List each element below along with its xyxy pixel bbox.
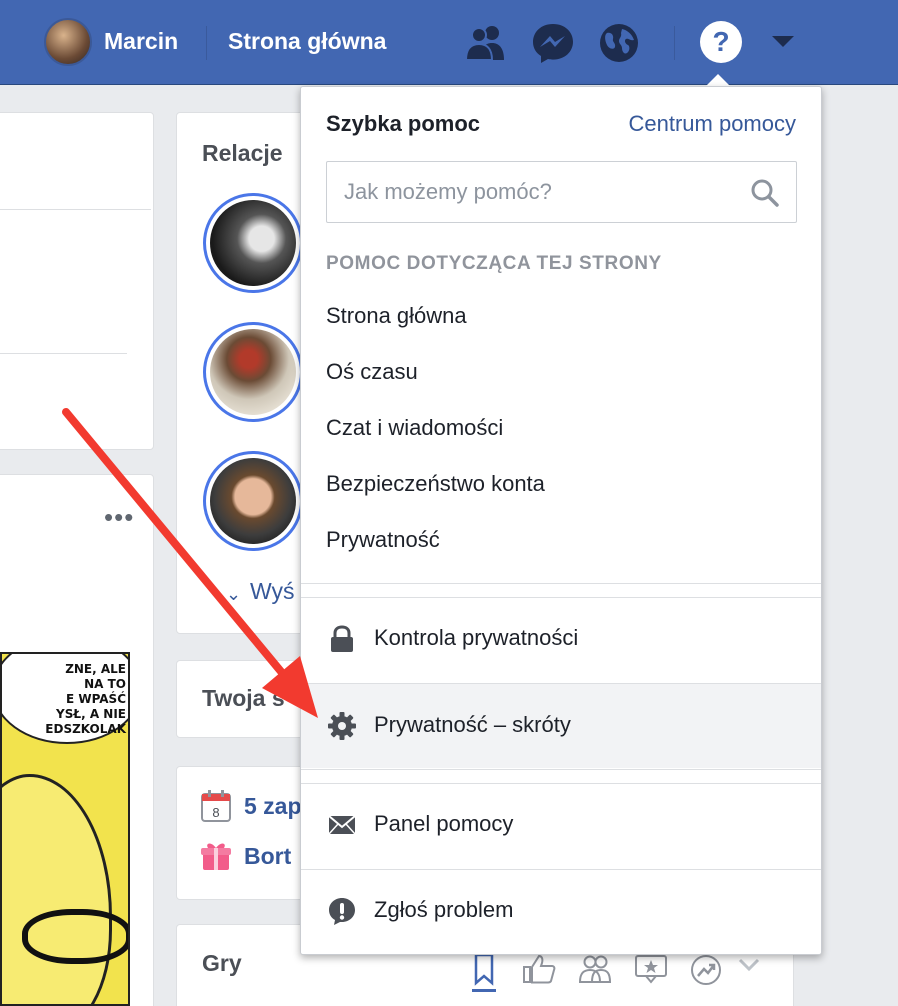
birthdays-link[interactable]: Bort (244, 843, 291, 870)
friends-icon[interactable] (464, 22, 508, 64)
dropdown-title: Szybka pomoc (326, 111, 481, 136)
report-problem-item[interactable]: Zgłoś problem (301, 869, 821, 953)
divider (674, 26, 675, 60)
help-center-link[interactable]: Centrum pomocy (628, 111, 796, 137)
help-topic-security[interactable]: Bezpieczeństwo konta (326, 471, 545, 497)
report-problem-label: Zgłoś problem (374, 897, 514, 922)
privacy-checkup-item[interactable]: Kontrola prywatności (301, 597, 821, 681)
help-icon[interactable]: ? (700, 21, 742, 63)
events-link[interactable]: 5 zap (244, 793, 302, 820)
friends-games-icon[interactable] (578, 954, 612, 984)
messenger-icon[interactable] (531, 22, 575, 64)
user-avatar[interactable] (44, 18, 92, 66)
envelope-icon (328, 815, 356, 835)
bookmark-icon[interactable] (470, 953, 498, 993)
exclamation-icon (329, 898, 355, 925)
support-inbox-label: Panel pomocy (374, 811, 514, 836)
help-topic-home[interactable]: Strona główna (326, 303, 467, 329)
chevron-down-icon: ⌄ (226, 584, 242, 604)
chevron-down-icon[interactable] (738, 958, 760, 972)
svg-text:8: 8 (212, 805, 219, 820)
help-topic-chat[interactable]: Czat i wiadomości (326, 415, 503, 441)
calendar-icon: 8 (201, 790, 231, 822)
see-more-link[interactable]: Wyś (250, 578, 295, 605)
cartoon-face (2, 774, 112, 1004)
quick-help-dropdown: Szybka pomoc Centrum pomocy POMOC DOTYCZ… (300, 86, 822, 955)
divider (301, 583, 821, 584)
divider (206, 26, 207, 60)
stories-title: Relacje (202, 140, 283, 166)
globe-icon[interactable] (597, 22, 641, 64)
comic-caption: ZNE, ALE NA TO E WPAŚĆ YSŁ, A NIE EDSZKO… (45, 662, 126, 736)
story-avatar[interactable] (203, 322, 303, 422)
story-avatar[interactable] (203, 451, 303, 551)
gift-icon (201, 843, 231, 870)
search-icon[interactable] (750, 178, 780, 208)
trending-icon[interactable] (690, 954, 722, 986)
help-topic-privacy[interactable]: Prywatność (326, 527, 440, 553)
divider (301, 769, 821, 770)
support-inbox-item[interactable]: Panel pomocy (301, 783, 821, 867)
post-menu-icon[interactable]: ••• (104, 502, 134, 533)
divider (0, 353, 127, 354)
section-header: POMOC DOTYCZĄCA TEJ STRONY (326, 253, 662, 274)
like-icon[interactable] (522, 954, 556, 984)
help-search-input[interactable] (327, 162, 747, 222)
privacy-checkup-label: Kontrola prywatności (374, 625, 579, 650)
cartoon-glasses (22, 909, 128, 964)
home-link[interactable]: Strona główna (228, 28, 386, 55)
your-page-title: Twoja s (202, 685, 285, 711)
profile-link[interactable]: Marcin (104, 28, 178, 55)
lock-icon (331, 625, 353, 652)
top-navigation-bar: Marcin Strona główna ? (0, 0, 898, 85)
help-search-box[interactable] (326, 161, 797, 223)
composer-card (0, 112, 154, 450)
privacy-shortcuts-item[interactable]: Prywatność – skróty (301, 684, 821, 768)
help-topic-timeline[interactable]: Oś czasu (326, 359, 418, 385)
games-title: Gry (202, 950, 242, 976)
divider (0, 209, 151, 210)
account-caret-icon[interactable] (772, 36, 794, 47)
story-avatar[interactable] (203, 193, 303, 293)
gear-icon (328, 712, 356, 740)
post-image[interactable]: ZNE, ALE NA TO E WPAŚĆ YSŁ, A NIE EDSZKO… (0, 652, 130, 1006)
featured-star-icon[interactable] (634, 954, 668, 984)
privacy-shortcuts-label: Prywatność – skróty (374, 712, 571, 737)
